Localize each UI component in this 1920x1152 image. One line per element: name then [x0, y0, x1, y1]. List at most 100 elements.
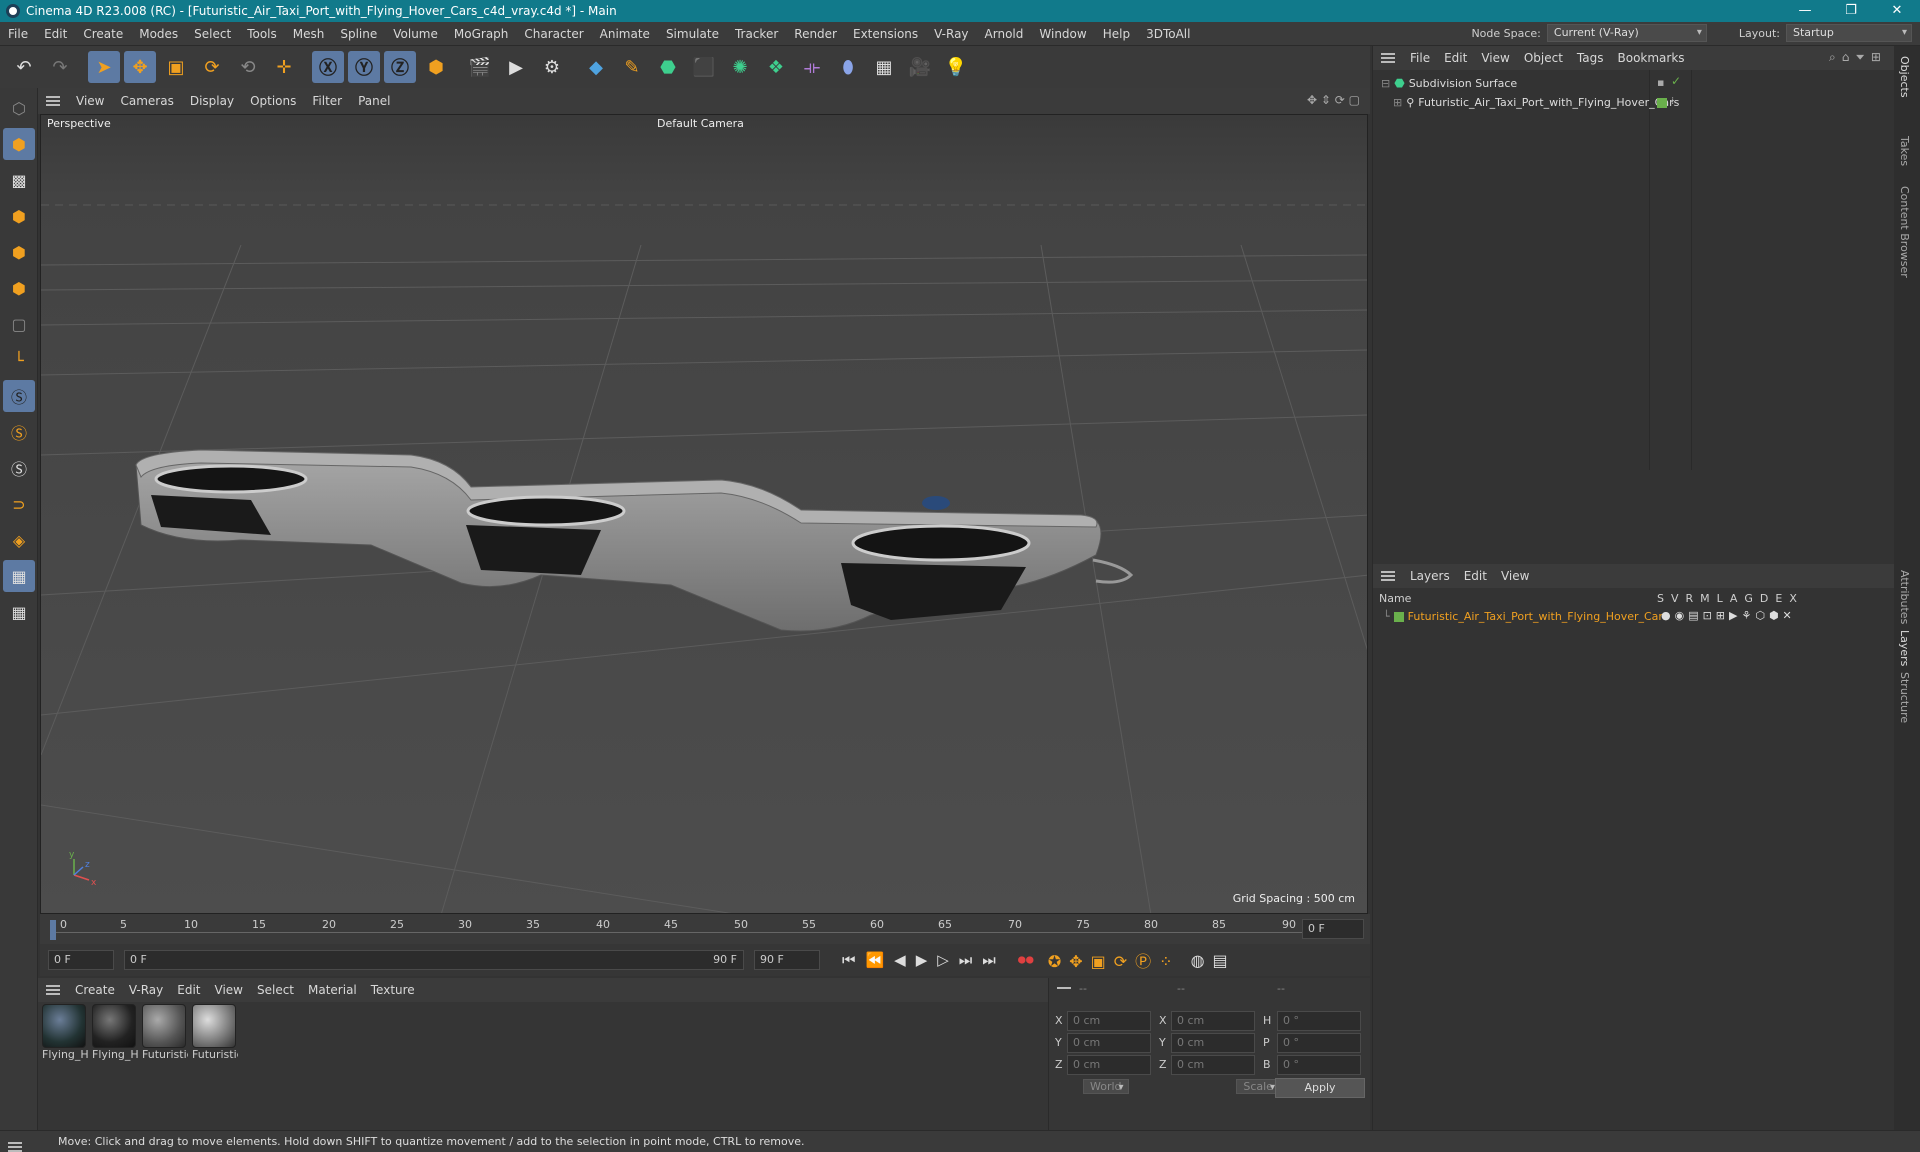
- tab-takes[interactable]: Takes: [1898, 136, 1911, 166]
- objects-menu-view[interactable]: View: [1474, 51, 1516, 65]
- field-icon[interactable]: ⬮: [832, 51, 864, 83]
- camera-icon[interactable]: 🎥: [904, 51, 936, 83]
- menu-simulate[interactable]: Simulate: [658, 27, 727, 41]
- layers-col-r[interactable]: R: [1686, 592, 1694, 605]
- menu-create[interactable]: Create: [75, 27, 131, 41]
- tab-attributes[interactable]: Attributes: [1898, 570, 1911, 624]
- rotation-b-field[interactable]: 0 °: [1277, 1055, 1361, 1075]
- layers-col-a[interactable]: A: [1730, 592, 1738, 605]
- menu-character[interactable]: Character: [516, 27, 591, 41]
- layers-col-l[interactable]: L: [1717, 592, 1723, 605]
- layer-row[interactable]: └ Futuristic_Air_Taxi_Port_with_Flying_H…: [1383, 610, 1669, 623]
- status-menu-icon[interactable]: [8, 1141, 22, 1152]
- texture-mode-icon[interactable]: ▩: [3, 164, 35, 196]
- node-space-select[interactable]: Current (V-Ray): [1546, 24, 1707, 42]
- menu-render[interactable]: Render: [786, 27, 845, 41]
- layer-color-swatch[interactable]: [1393, 611, 1404, 622]
- subdivision-icon[interactable]: ⬣: [652, 51, 684, 83]
- start-frame-field[interactable]: 0 F: [48, 950, 114, 970]
- render-region-icon[interactable]: 🎬: [464, 51, 496, 83]
- workplane-snap-icon[interactable]: Ⓢ: [3, 452, 35, 484]
- objects-menu-edit[interactable]: Edit: [1437, 51, 1474, 65]
- render-settings-icon[interactable]: ⚙: [536, 51, 568, 83]
- floor-icon[interactable]: ▦: [868, 51, 900, 83]
- objects-menu-bookmarks[interactable]: Bookmarks: [1611, 51, 1692, 65]
- position-x-field[interactable]: 0 cm: [1067, 1011, 1151, 1031]
- viewport-nav-icons[interactable]: ✥ ⇕ ⟳ ▢: [1307, 93, 1360, 107]
- material-menu-material[interactable]: Material: [301, 983, 364, 997]
- layers-col-v[interactable]: V: [1671, 592, 1679, 605]
- layer-toggle-icons[interactable]: ●◉▤⊡⊞▶⚘⬡⬢✕: [1661, 609, 1796, 622]
- material-swatch[interactable]: Futuristic: [142, 1004, 188, 1061]
- cube-icon[interactable]: ◆: [580, 51, 612, 83]
- material-menu-create[interactable]: Create: [68, 983, 122, 997]
- restore-icon[interactable]: ❐: [1828, 0, 1874, 22]
- menu-spline[interactable]: Spline: [332, 27, 385, 41]
- layers-col-d[interactable]: D: [1760, 592, 1768, 605]
- timeline-window-icons[interactable]: ◍▤: [1191, 951, 1236, 970]
- layers-col-m[interactable]: M: [1700, 592, 1710, 605]
- size-x-field[interactable]: 0 cm: [1171, 1011, 1255, 1031]
- playhead[interactable]: [50, 920, 56, 940]
- layers-menu-icon[interactable]: [1381, 571, 1395, 581]
- end-frame-field[interactable]: 90 F: [754, 950, 820, 970]
- material-swatch[interactable]: Futuristic: [192, 1004, 238, 1061]
- select-tool-icon[interactable]: ➤: [88, 51, 120, 83]
- viewport-menu-filter[interactable]: Filter: [304, 94, 350, 108]
- layers-col-e[interactable]: E: [1775, 592, 1782, 605]
- menu-mograph[interactable]: MoGraph: [446, 27, 517, 41]
- redo-icon[interactable]: ↷: [44, 51, 76, 83]
- material-menu-select[interactable]: Select: [250, 983, 301, 997]
- rotation-p-field[interactable]: 0 °: [1277, 1033, 1361, 1053]
- snap-settings-icon[interactable]: Ⓢ: [3, 416, 35, 448]
- layout-select[interactable]: Startup: [1786, 24, 1912, 42]
- axis-mode-icon[interactable]: └: [3, 344, 35, 376]
- layers-col-s[interactable]: S: [1657, 592, 1664, 605]
- locked-workplane-icon[interactable]: ▦: [3, 596, 35, 628]
- y-axis-icon[interactable]: Ⓨ: [348, 51, 380, 83]
- menu-select[interactable]: Select: [186, 27, 239, 41]
- object-dots-icon[interactable]: ⁞: [1671, 96, 1674, 107]
- tab-objects[interactable]: Objects: [1898, 56, 1911, 98]
- tab-layers[interactable]: Layers: [1898, 630, 1911, 666]
- points-mode-icon[interactable]: ⬢: [3, 200, 35, 232]
- cloner-icon[interactable]: ❖: [760, 51, 792, 83]
- array-icon[interactable]: ✺: [724, 51, 756, 83]
- size-z-field[interactable]: 0 cm: [1171, 1055, 1255, 1075]
- object-visibility-icon[interactable]: ▪: [1657, 76, 1664, 89]
- range-slider[interactable]: 0 F 90 F: [124, 950, 744, 970]
- viewport-menu-display[interactable]: Display: [182, 94, 242, 108]
- coordinate-system-icon[interactable]: ⬢: [420, 51, 452, 83]
- objects-menu-tags[interactable]: Tags: [1570, 51, 1611, 65]
- objects-menu-file[interactable]: File: [1403, 51, 1437, 65]
- position-y-field[interactable]: 0 cm: [1067, 1033, 1151, 1053]
- material-swatch[interactable]: Flying_H: [92, 1004, 138, 1061]
- current-frame-field[interactable]: 0 F: [1302, 919, 1364, 939]
- material-swatch[interactable]: Flying_H: [42, 1004, 88, 1061]
- extrude-icon[interactable]: ⬛: [688, 51, 720, 83]
- viewport-menu-icon[interactable]: [46, 96, 60, 106]
- light-icon[interactable]: 💡: [940, 51, 972, 83]
- object-enabled-check-icon[interactable]: ✓: [1671, 74, 1681, 88]
- model-mode-icon[interactable]: ⬢: [3, 128, 35, 160]
- material-menu-view[interactable]: View: [208, 983, 250, 997]
- menu-tracker[interactable]: Tracker: [727, 27, 786, 41]
- live-select-icon[interactable]: ✛: [268, 51, 300, 83]
- playback-controls[interactable]: ⏮⏪◀▶▷⏭⏭: [842, 951, 1006, 969]
- viewport-menu-options[interactable]: Options: [242, 94, 304, 108]
- material-menu-edit[interactable]: Edit: [170, 983, 207, 997]
- tab-content-browser[interactable]: Content Browser: [1898, 186, 1911, 278]
- object-row-subdivision-surface[interactable]: ⊟ ⬣ Subdivision Surface: [1381, 76, 1517, 90]
- material-menu-texture[interactable]: Texture: [364, 983, 422, 997]
- position-z-field[interactable]: 0 cm: [1067, 1055, 1151, 1075]
- minimize-icon[interactable]: —: [1782, 0, 1828, 22]
- menu-3dtoall[interactable]: 3DToAll: [1138, 27, 1198, 41]
- menu-modes[interactable]: Modes: [131, 27, 186, 41]
- layers-col-x[interactable]: X: [1789, 592, 1797, 605]
- material-menu-vray[interactable]: V-Ray: [122, 983, 170, 997]
- magnet-icon[interactable]: ⊃: [3, 488, 35, 520]
- menu-extensions[interactable]: Extensions: [845, 27, 926, 41]
- layers-menu-view[interactable]: View: [1494, 569, 1536, 583]
- objects-menu-object[interactable]: Object: [1517, 51, 1570, 65]
- material-menu-icon[interactable]: [46, 985, 60, 995]
